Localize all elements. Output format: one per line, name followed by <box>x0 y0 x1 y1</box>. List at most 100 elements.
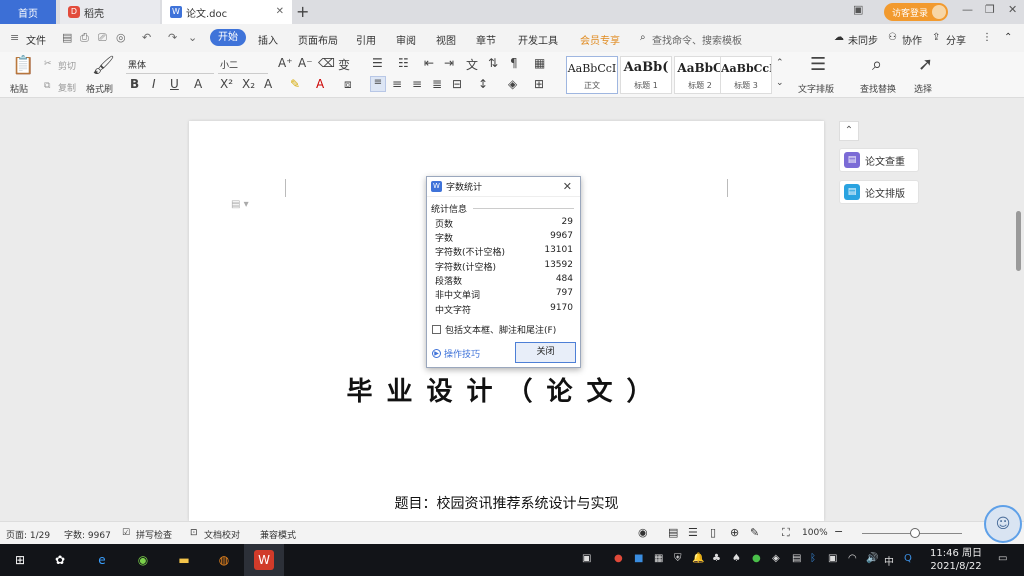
ie-browser-icon[interactable]: e <box>92 550 112 570</box>
format-painter-button[interactable]: 格式刷 <box>86 82 113 95</box>
menu-references[interactable]: 引用 <box>356 32 376 47</box>
style-heading-2[interactable]: AaBbC 标题 2 <box>674 56 726 94</box>
page-indicator[interactable]: 页面: 1/29 <box>6 528 50 541</box>
window-close-icon[interactable]: ✕ <box>1008 3 1017 16</box>
justify-icon[interactable]: ≣ <box>432 77 442 91</box>
table-grid-icon[interactable]: ▦ <box>534 56 545 70</box>
spellcheck-button[interactable]: 拼写检查 <box>136 528 172 541</box>
outline-view-icon[interactable]: ☰ <box>688 526 698 539</box>
panel-collapse-icon[interactable]: ⌃ <box>839 121 859 141</box>
paste-button[interactable]: 粘贴 <box>10 82 28 95</box>
copy-button[interactable]: 复制 <box>58 81 76 94</box>
proofread-button[interactable]: 文档校对 <box>204 528 240 541</box>
assistant-float-icon[interactable]: ☺ <box>984 505 1022 543</box>
distribute-icon[interactable]: ⊟ <box>452 77 462 91</box>
bullet-list-icon[interactable]: ☰ <box>372 56 383 70</box>
menu-view[interactable]: 视图 <box>436 32 456 47</box>
text-layout-button[interactable]: 文字排版 <box>798 82 834 95</box>
chinese-layout-icon[interactable]: 文 <box>466 56 478 73</box>
layout-icon[interactable]: ▣ <box>853 3 863 16</box>
sort-icon[interactable]: ⇅ <box>488 56 498 70</box>
subscript-icon[interactable]: X₂ <box>242 77 255 91</box>
app-icon[interactable]: ✿ <box>50 550 70 570</box>
select-button[interactable]: 选择 <box>914 82 932 95</box>
italic-icon[interactable]: I <box>152 77 156 91</box>
document-topic[interactable]: 题目：校园资讯推荐系统设计与实现 <box>189 493 824 513</box>
styles-more-icon[interactable]: ⌄ <box>776 78 784 88</box>
guest-login-button[interactable]: 访客登录 <box>884 3 948 21</box>
action-center-icon[interactable]: ▭ <box>998 553 1007 564</box>
fit-page-icon[interactable]: ⛶ <box>782 526 790 540</box>
show-marks-icon[interactable]: ¶ <box>510 56 518 70</box>
redo-icon[interactable]: ↷ <box>168 31 177 44</box>
tray-blue-icon[interactable]: ■ <box>634 553 643 564</box>
tray-app-icon[interactable]: ▣ <box>582 553 591 564</box>
hamburger-icon[interactable]: ≡ <box>10 31 19 44</box>
decrease-indent-icon[interactable]: ⇤ <box>424 56 434 70</box>
font-family-select[interactable]: 黑体 <box>126 58 214 74</box>
shading-icon[interactable]: ◈ <box>508 77 517 91</box>
print-icon[interactable]: ⎚ <box>98 31 107 45</box>
superscript-icon[interactable]: X² <box>220 77 233 91</box>
browser-icon[interactable]: ◉ <box>133 550 153 570</box>
shield-icon[interactable]: ⛨ <box>674 553 682 564</box>
menu-page-layout[interactable]: 页面布局 <box>298 32 338 47</box>
style-heading-3[interactable]: AaBbCcI 标题 3 <box>720 56 772 94</box>
start-menu-icon[interactable]: ⊞ <box>10 550 30 570</box>
style-normal[interactable]: AaBbCcI 正文 <box>566 56 618 94</box>
command-search-input[interactable]: 查找命令、搜索模板 <box>652 32 742 47</box>
share-button[interactable]: 分享 <box>946 32 966 47</box>
document-icon[interactable]: ▤ ▾ <box>231 199 249 210</box>
menu-dev-tools[interactable]: 开发工具 <box>518 32 558 47</box>
checkbox-box[interactable] <box>432 325 441 334</box>
thesis-layout-button[interactable]: ▤ 论文排版 <box>839 180 919 204</box>
zoom-slider-knob[interactable] <box>910 528 920 538</box>
increase-indent-icon[interactable]: ⇥ <box>444 56 454 70</box>
tray-app-icon[interactable]: ♠ <box>732 553 741 564</box>
edit-icon[interactable]: ✎ <box>750 526 759 539</box>
menu-review[interactable]: 审阅 <box>396 32 416 47</box>
reading-view-icon[interactable]: ▯ <box>710 526 716 539</box>
export-pdf-icon[interactable]: ⎙ <box>80 31 89 45</box>
undo-icon[interactable]: ↶ <box>142 31 151 44</box>
text-effect-icon[interactable]: A <box>264 77 272 91</box>
web-view-icon[interactable]: ⊕ <box>730 526 739 539</box>
border-icon[interactable]: ⊞ <box>534 77 544 91</box>
file-explorer-icon[interactable]: ▬ <box>174 550 194 570</box>
dialog-close-icon[interactable]: ✕ <box>563 180 572 193</box>
system-clock[interactable]: 11:46 周日 2021/8/22 <box>930 547 982 573</box>
tray-app-icon[interactable]: ♣ <box>712 553 721 564</box>
format-painter-icon[interactable]: 🖌 <box>92 55 115 76</box>
tray-red-icon[interactable]: ● <box>614 553 623 564</box>
menu-file[interactable]: 文件 <box>26 32 46 47</box>
tab-document[interactable]: W 论文.doc ✕ <box>162 0 292 24</box>
phonetic-icon[interactable]: 变 <box>338 56 350 73</box>
line-spacing-icon[interactable]: ↕ <box>478 77 488 91</box>
align-left-icon[interactable]: ≡ <box>370 76 386 92</box>
font-size-select[interactable]: 小二 <box>218 58 268 74</box>
tab-docer[interactable]: D 稻壳 <box>60 0 160 24</box>
zoom-level[interactable]: 100% <box>802 528 828 538</box>
print-preview-icon[interactable]: ◎ <box>116 31 126 44</box>
tray-app-icon[interactable]: ▦ <box>654 553 663 564</box>
document-title[interactable]: 毕业设计（论文） <box>189 371 824 408</box>
bold-icon[interactable]: B <box>130 77 139 91</box>
highlight-icon[interactable]: ✎ <box>290 77 300 91</box>
zoom-out-icon[interactable]: − <box>834 525 843 538</box>
align-right-icon[interactable]: ≡ <box>412 77 422 91</box>
find-replace-icon[interactable]: ⌕ <box>872 54 882 75</box>
menu-vip[interactable]: 会员专享 <box>580 32 620 47</box>
vertical-scrollbar[interactable] <box>1016 211 1021 271</box>
cut-button[interactable]: 剪切 <box>58 59 76 72</box>
close-button[interactable]: 关闭 <box>515 342 576 363</box>
styles-scroll-icon[interactable]: ⌃ <box>776 58 784 68</box>
plagiarism-check-button[interactable]: ▤ 论文查重 <box>839 148 919 172</box>
numbered-list-icon[interactable]: ☷ <box>398 56 409 70</box>
grow-font-icon[interactable]: A⁺ <box>278 56 293 70</box>
collab-button[interactable]: 协作 <box>902 32 922 47</box>
include-textbox-checkbox[interactable]: 包括文本框、脚注和尾注(F) <box>432 323 556 336</box>
tray-app-icon[interactable]: ◈ <box>772 553 780 564</box>
shrink-font-icon[interactable]: A⁻ <box>298 56 313 70</box>
notification-bell-icon[interactable]: 🔔 <box>692 553 704 564</box>
page-view-icon[interactable]: ▤ <box>668 526 678 539</box>
